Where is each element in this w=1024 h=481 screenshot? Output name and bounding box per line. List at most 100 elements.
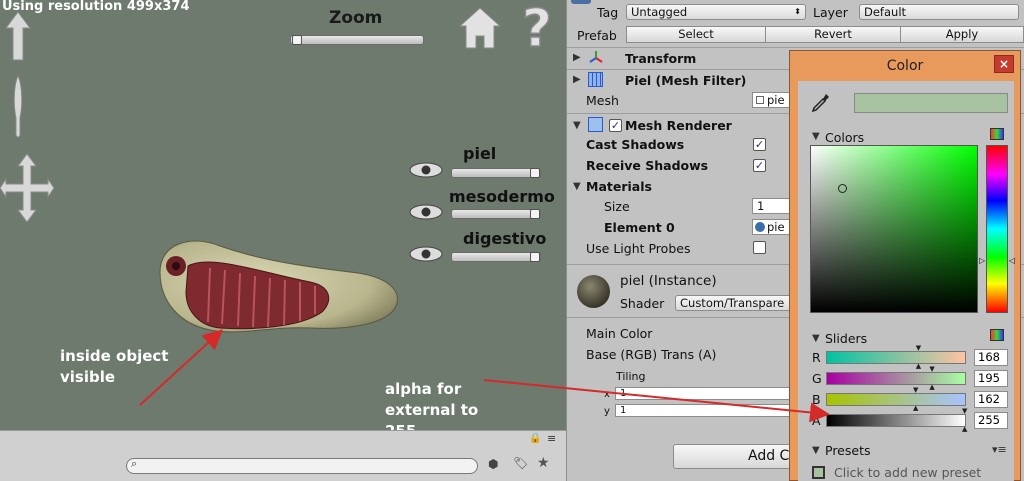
collapse-arrow-icon[interactable]: ▼ bbox=[812, 445, 820, 456]
expand-arrow-icon[interactable]: ▶ bbox=[573, 52, 581, 63]
slider-track-b[interactable] bbox=[826, 393, 966, 406]
use-light-probes-checkbox[interactable] bbox=[753, 241, 766, 254]
hue-slider[interactable]: ▷ ◁ bbox=[979, 145, 1015, 313]
mesh-label: Mesh bbox=[586, 93, 619, 108]
digestivo-slider-knob[interactable] bbox=[530, 252, 540, 262]
prefab-label: Prefab bbox=[577, 28, 617, 43]
slider-value-r[interactable]: 168 bbox=[974, 349, 1008, 366]
color-preview-swatch[interactable] bbox=[854, 93, 1008, 113]
eyedropper-icon[interactable] bbox=[811, 92, 831, 114]
slider-thumb-r[interactable]: ▼ bbox=[916, 344, 921, 352]
element0-value: pie bbox=[767, 220, 785, 234]
zoom-slider[interactable] bbox=[290, 35, 424, 45]
collapse-arrow-icon[interactable]: ▼ bbox=[812, 131, 820, 142]
presets-menu-icon[interactable]: ▾≡ bbox=[992, 443, 1007, 456]
collapse-arrow-icon[interactable]: ▼ bbox=[573, 120, 581, 131]
color-field-marker[interactable] bbox=[838, 184, 847, 193]
cast-shadows-checkbox[interactable]: ✓ bbox=[753, 138, 766, 151]
material-name: piel (Instance) bbox=[620, 273, 717, 289]
add-preset-label[interactable]: Click to add new preset bbox=[834, 465, 981, 480]
hue-marker-right[interactable]: ◁ bbox=[1009, 256, 1015, 265]
game-view[interactable]: Using resolution 499x374 Zoom ? piel mes… bbox=[0, 0, 566, 430]
prefab-select-button[interactable]: Select bbox=[626, 26, 766, 43]
size-field[interactable]: 1 bbox=[752, 198, 792, 214]
tiling-x-label: x bbox=[604, 389, 610, 400]
slider-value-a[interactable]: 255 bbox=[974, 412, 1008, 429]
mesh-renderer-enabled-checkbox[interactable]: ✓ bbox=[609, 119, 622, 132]
main-color-label: Main Color bbox=[586, 326, 653, 341]
slider-thumb-bottom-b[interactable]: ▲ bbox=[913, 404, 918, 412]
move-icon[interactable] bbox=[0, 152, 54, 224]
element0-field[interactable]: pie bbox=[752, 219, 792, 235]
tiling-y-field[interactable]: 1 bbox=[615, 404, 790, 417]
prefab-revert-button[interactable]: Revert bbox=[765, 26, 901, 43]
home-icon[interactable] bbox=[458, 6, 502, 50]
mesodermo-alpha-slider[interactable] bbox=[451, 209, 541, 219]
search-input[interactable]: ⌕ bbox=[126, 457, 478, 474]
tag-dropdown[interactable]: Untagged ⬍ bbox=[626, 4, 806, 20]
slider-thumb-a[interactable]: ▼ bbox=[962, 407, 967, 415]
search-icon: ⌕ bbox=[131, 457, 138, 470]
lock-icon[interactable]: 🔒 bbox=[529, 433, 541, 444]
close-icon: × bbox=[998, 57, 1010, 71]
shader-dropdown[interactable]: Custom/Transpare bbox=[675, 295, 795, 311]
mesh-field[interactable]: pie bbox=[752, 92, 792, 108]
tag-value: Untagged bbox=[631, 5, 688, 19]
zoom-slider-knob[interactable] bbox=[292, 35, 302, 45]
slider-thumb-b[interactable]: ▼ bbox=[913, 386, 918, 394]
material-sphere-icon bbox=[755, 222, 765, 232]
menu-icon[interactable]: ≡ bbox=[547, 432, 556, 445]
receive-shadows-checkbox[interactable]: ✓ bbox=[753, 159, 766, 172]
piel-slider-knob[interactable] bbox=[530, 168, 540, 178]
slider-thumb-bottom-g[interactable]: ▲ bbox=[929, 383, 934, 391]
tiling-x-field[interactable]: 1 bbox=[615, 387, 790, 400]
layer-dropdown[interactable]: Default bbox=[859, 4, 1019, 20]
knife-icon[interactable] bbox=[8, 74, 28, 140]
transform-icon bbox=[589, 51, 603, 63]
digestivo-alpha-slider[interactable] bbox=[451, 252, 541, 262]
eye-icon[interactable] bbox=[408, 203, 444, 221]
color-mode-icon[interactable] bbox=[990, 128, 1004, 140]
slider-track-a[interactable] bbox=[826, 414, 966, 427]
materials-label[interactable]: Materials bbox=[586, 179, 652, 194]
expand-arrow-icon[interactable]: ▶ bbox=[573, 74, 581, 85]
layer-label-piel: piel bbox=[463, 144, 497, 163]
filter-type-icon[interactable]: ⬢ bbox=[488, 457, 498, 471]
slider-track-r[interactable] bbox=[826, 351, 966, 364]
saturation-value-field[interactable] bbox=[810, 145, 978, 313]
color-picker-window[interactable]: Color × ▼ Colors ▷ ◁ ▼ Sliders R ▼ ▲ 168 G ▼ ▲… bbox=[789, 50, 1021, 481]
slider-thumb-g[interactable]: ▼ bbox=[929, 365, 934, 373]
mesh-filter-icon bbox=[588, 72, 603, 87]
slider-value-g[interactable]: 195 bbox=[974, 370, 1008, 387]
tiling-y-label: y bbox=[604, 406, 610, 417]
mesh-renderer-header[interactable]: Mesh Renderer bbox=[625, 118, 732, 133]
help-icon[interactable]: ? bbox=[514, 2, 560, 52]
slider-mode-icon[interactable] bbox=[990, 329, 1004, 341]
updown-icon: ⬍ bbox=[794, 7, 801, 16]
add-preset-icon[interactable] bbox=[812, 466, 825, 479]
tag-icon[interactable]: 🏷 bbox=[513, 456, 528, 470]
prefab-apply-button[interactable]: Apply bbox=[900, 26, 1024, 43]
slider-thumb-bottom-a[interactable]: ▲ bbox=[962, 425, 967, 433]
hue-marker-left[interactable]: ▷ bbox=[979, 256, 985, 265]
collapse-arrow-icon[interactable]: ▼ bbox=[812, 333, 820, 344]
mesh-filter-header[interactable]: Piel (Mesh Filter) bbox=[625, 73, 746, 88]
slider-label-b: B bbox=[812, 392, 821, 407]
mesodermo-slider-knob[interactable] bbox=[530, 209, 540, 219]
eye-icon[interactable] bbox=[408, 245, 444, 263]
slider-thumb-bottom-r[interactable]: ▲ bbox=[916, 362, 921, 370]
up-arrow-icon[interactable] bbox=[4, 10, 32, 62]
annotation-inside-object: inside object visible bbox=[60, 347, 169, 386]
slider-value-b[interactable]: 162 bbox=[974, 391, 1008, 408]
collapse-arrow-icon[interactable]: ▼ bbox=[573, 181, 581, 192]
tiling-label: Tiling bbox=[616, 370, 646, 383]
transform-header[interactable]: Transform bbox=[625, 51, 696, 66]
slider-track-g[interactable] bbox=[826, 372, 966, 385]
element0-label: Element 0 bbox=[604, 220, 675, 235]
eye-icon[interactable] bbox=[408, 161, 444, 179]
close-button[interactable]: × bbox=[994, 55, 1014, 73]
layer-label: Layer bbox=[813, 5, 848, 20]
piel-alpha-slider[interactable] bbox=[451, 168, 541, 178]
star-icon[interactable]: ★ bbox=[537, 455, 550, 471]
receive-shadows-label: Receive Shadows bbox=[586, 158, 709, 173]
